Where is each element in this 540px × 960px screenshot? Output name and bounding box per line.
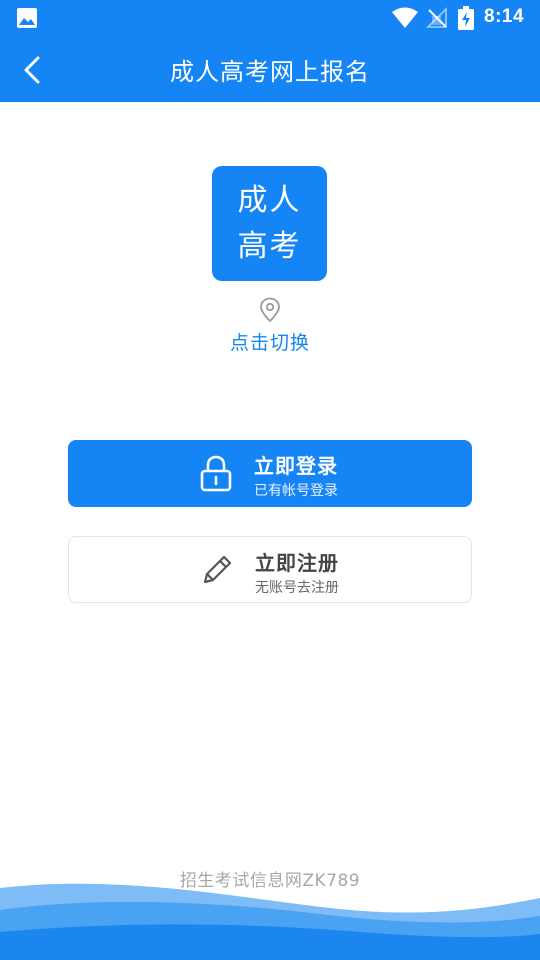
footer-wave-decoration: [0, 883, 540, 960]
register-subtitle: 无账号去注册: [255, 580, 339, 596]
login-title: 立即登录: [254, 454, 338, 478]
wifi-icon: [392, 7, 418, 28]
screen: 8:14 成人高考网上报名 成人 高考 点击切换 立即登录 已有帐号登录 立即注…: [0, 0, 540, 960]
status-time: 8:14: [484, 6, 525, 27]
register-title: 立即注册: [255, 551, 339, 575]
status-bar: 8:14: [0, 0, 540, 36]
lock-icon: [200, 455, 232, 492]
signal-off-icon: [426, 7, 447, 28]
pencil-icon: [203, 555, 232, 584]
location-pin-icon[interactable]: [258, 297, 282, 323]
switch-region-link[interactable]: 点击切换: [0, 328, 540, 355]
logo-line-2: 高考: [237, 228, 302, 264]
app-logo: 成人 高考: [212, 166, 327, 281]
login-button[interactable]: 立即登录 已有帐号登录: [68, 440, 472, 507]
battery-charging-icon: [458, 6, 474, 30]
register-button[interactable]: 立即注册 无账号去注册: [68, 536, 472, 603]
app-bar: 成人高考网上报名: [0, 36, 540, 102]
logo-line-1: 成人: [237, 182, 302, 218]
page-title: 成人高考网上报名: [170, 58, 370, 86]
gallery-icon: [17, 8, 37, 28]
login-subtitle: 已有帐号登录: [254, 483, 338, 499]
